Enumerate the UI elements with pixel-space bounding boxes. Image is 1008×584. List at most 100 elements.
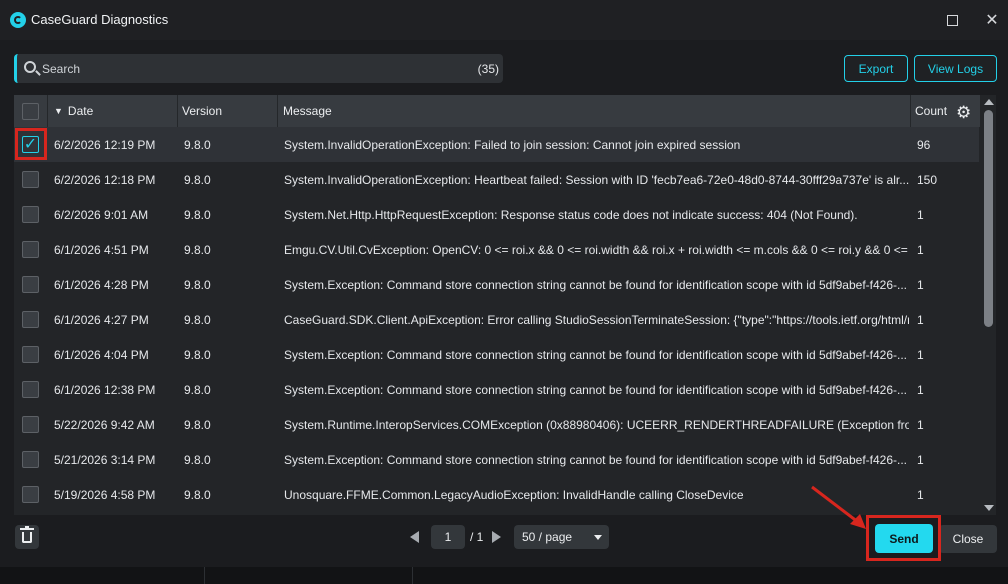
footer-divider <box>412 567 413 584</box>
maximize-icon <box>946 14 958 26</box>
footer-strip <box>0 567 1008 584</box>
column-header-message[interactable]: Message <box>278 95 911 127</box>
page-number-input[interactable] <box>431 525 465 549</box>
cell-message: Emgu.CV.Util.CvException: OpenCV: 0 <= r… <box>284 242 909 257</box>
table-row[interactable]: 5/22/2026 9:42 AM 9.8.0 System.Runtime.Int… <box>14 407 979 442</box>
search-input[interactable] <box>42 60 442 77</box>
cell-message: System.Net.Http.HttpRequestException: Re… <box>284 207 858 222</box>
diagnostics-table: ▼ Date Version Message Count ⚙ ✓ 6/2/2026… <box>14 95 996 515</box>
cell-count: 1 <box>917 242 924 257</box>
select-all-cell <box>14 95 48 127</box>
column-header-version[interactable]: Version <box>178 95 278 127</box>
cell-date: 6/2/2026 9:01 AM <box>54 207 149 222</box>
cell-message: System.Exception: Command store connecti… <box>284 347 908 362</box>
annotation-highlight-checkbox <box>15 128 47 160</box>
column-header-count[interactable]: Count <box>911 95 951 127</box>
cell-count: 150 <box>917 172 938 187</box>
cell-date: 6/1/2026 4:51 PM <box>54 242 149 257</box>
page-size-value: 50 / page <box>522 530 573 544</box>
cell-count: 1 <box>917 452 924 467</box>
cell-version: 9.8.0 <box>184 312 211 327</box>
cell-version: 9.8.0 <box>184 452 211 467</box>
delete-button[interactable] <box>15 525 39 549</box>
window-title: CaseGuard Diagnostics <box>31 12 169 27</box>
table-row[interactable]: 6/1/2026 4:51 PM 9.8.0 Emgu.CV.Util.CvExce… <box>14 232 979 267</box>
cell-message: System.Exception: Command store connecti… <box>284 277 908 292</box>
chevron-down-icon <box>594 535 602 540</box>
cell-message: System.InvalidOperationException: Failed… <box>284 137 741 152</box>
cell-count: 1 <box>917 312 924 327</box>
row-checkbox[interactable] <box>22 346 39 363</box>
export-button[interactable]: Export <box>844 55 908 82</box>
row-checkbox[interactable] <box>22 171 39 188</box>
cell-message: System.InvalidOperationException: Heartb… <box>284 172 909 187</box>
column-header-version-label: Version <box>182 104 223 118</box>
annotation-arrow-icon <box>811 485 866 529</box>
cell-message: System.Exception: Command store connecti… <box>284 382 908 397</box>
cell-date: 6/1/2026 4:04 PM <box>54 347 149 362</box>
page-size-select[interactable]: 50 / page <box>514 525 609 549</box>
row-checkbox[interactable] <box>22 416 39 433</box>
row-checkbox[interactable] <box>22 276 39 293</box>
previous-page-icon[interactable] <box>410 531 419 543</box>
row-checkbox[interactable] <box>22 311 39 328</box>
select-all-checkbox[interactable] <box>22 102 39 120</box>
footer-divider <box>204 567 205 584</box>
row-checkbox[interactable] <box>22 241 39 258</box>
cell-version: 9.8.0 <box>184 172 211 187</box>
trash-icon <box>20 525 34 543</box>
cell-version: 9.8.0 <box>184 277 211 292</box>
maximize-button[interactable] <box>942 10 962 30</box>
cell-count: 96 <box>917 137 931 152</box>
cell-date: 6/1/2026 4:27 PM <box>54 312 149 327</box>
page-total: / 1 <box>470 530 484 544</box>
search-box[interactable]: (35) <box>14 54 503 83</box>
row-checkbox[interactable] <box>22 451 39 468</box>
annotation-highlight-send <box>866 515 941 561</box>
row-checkbox[interactable] <box>22 206 39 223</box>
table-row[interactable]: ✓ 6/2/2026 12:19 PM 9.8.0 System.InvalidOpe… <box>14 127 979 162</box>
table-row[interactable]: 6/2/2026 9:01 AM 9.8.0 System.Net.Http.Htt… <box>14 197 979 232</box>
next-page-icon[interactable] <box>492 531 501 543</box>
column-header-count-label: Count <box>915 104 948 118</box>
cell-date: 6/2/2026 12:18 PM <box>54 172 156 187</box>
scroll-down-icon[interactable] <box>984 505 994 511</box>
table-header: ▼ Date Version Message Count ⚙ <box>14 95 996 127</box>
table-row[interactable]: 5/21/2026 3:14 PM 9.8.0 System.Exception: … <box>14 442 979 477</box>
close-window-button[interactable]: ✕ <box>982 10 1002 30</box>
scrollbar-thumb[interactable] <box>984 110 993 327</box>
table-row[interactable]: 6/1/2026 12:38 PM 9.8.0 System.Exception: … <box>14 372 979 407</box>
column-header-date[interactable]: ▼ Date <box>48 95 178 127</box>
column-header-date-label: Date <box>67 104 94 118</box>
cell-count: 1 <box>917 487 924 502</box>
table-row[interactable]: 6/1/2026 4:27 PM 9.8.0 CaseGuard.SDK.Clien… <box>14 302 979 337</box>
cell-date: 5/21/2026 3:14 PM <box>54 452 156 467</box>
cell-count: 1 <box>917 207 924 222</box>
cell-version: 9.8.0 <box>184 137 211 152</box>
cell-count: 1 <box>917 417 924 432</box>
cell-count: 1 <box>917 347 924 362</box>
row-checkbox[interactable] <box>22 381 39 398</box>
cell-version: 9.8.0 <box>184 207 211 222</box>
table-row[interactable]: 6/1/2026 4:28 PM 9.8.0 System.Exception: C… <box>14 267 979 302</box>
gear-icon[interactable]: ⚙ <box>956 103 971 123</box>
view-logs-button[interactable]: View Logs <box>914 55 997 82</box>
search-icon <box>24 61 36 73</box>
cell-message: System.Runtime.InteropServices.COMExcept… <box>284 417 909 432</box>
scroll-up-icon[interactable] <box>984 99 994 105</box>
cell-count: 1 <box>917 382 924 397</box>
table-row[interactable]: 6/2/2026 12:18 PM 9.8.0 System.InvalidOper… <box>14 162 979 197</box>
cell-version: 9.8.0 <box>184 382 211 397</box>
cell-version: 9.8.0 <box>184 242 211 257</box>
sort-descending-icon: ▼ <box>54 106 63 116</box>
cell-version: 9.8.0 <box>184 347 211 362</box>
row-checkbox[interactable] <box>22 486 39 503</box>
table-row[interactable]: 6/1/2026 4:04 PM 9.8.0 System.Exception: C… <box>14 337 979 372</box>
column-header-message-label: Message <box>283 104 332 118</box>
vertical-scrollbar[interactable] <box>980 95 996 515</box>
title-bar: CaseGuard Diagnostics ✕ <box>0 0 1008 40</box>
close-button[interactable]: Close <box>939 525 997 553</box>
cell-version: 9.8.0 <box>184 417 211 432</box>
close-icon: ✕ <box>985 12 999 29</box>
search-result-count: (35) <box>477 62 499 76</box>
